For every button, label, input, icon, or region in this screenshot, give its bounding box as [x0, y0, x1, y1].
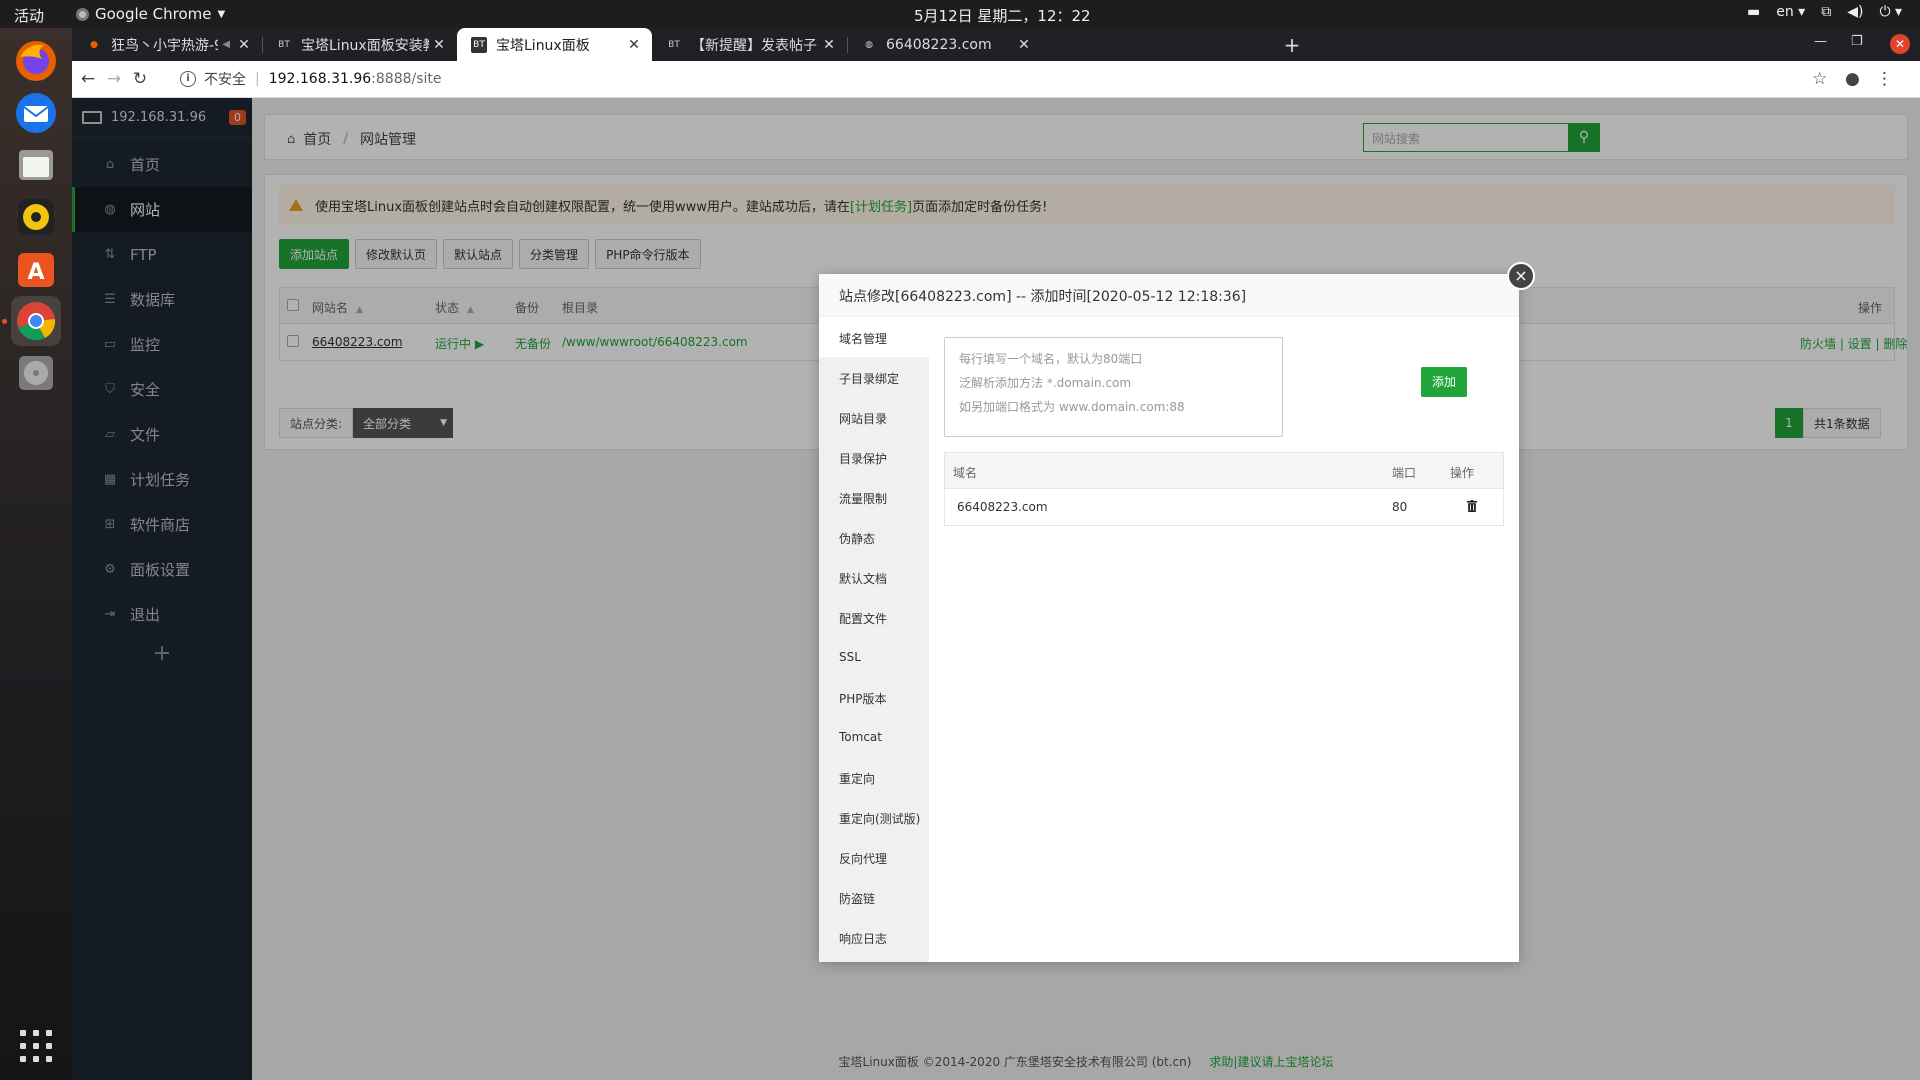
site-favicon-icon: ● [90, 39, 98, 50]
nav-hotlink-protect[interactable]: 防盗链 [819, 877, 929, 917]
bt-panel-page: 192.168.31.96 0 ⌂ 首页 ◍ 网站 ⇅ FTP ☰ 数据库 ▭ … [72, 98, 1920, 1080]
tab-bt-tutorial[interactable]: BT 宝塔Linux面板安装教程 - 2 ✕ [262, 28, 457, 61]
volume-icon[interactable]: ◀) [1847, 4, 1863, 20]
keyboard-icon[interactable]: ▬ [1747, 4, 1760, 20]
add-domain-button[interactable]: 添加 [1421, 367, 1467, 397]
thunderbird-icon[interactable] [11, 88, 61, 138]
trash-icon[interactable] [1467, 500, 1477, 512]
tab-new-post[interactable]: BT 【新提醒】发表帖子 - Linu ✕ [652, 28, 847, 61]
tab-strip: ● 狂鸟丶小宇热游-90098 ◀ ✕ BT 宝塔Linux面板安装教程 - 2… [72, 28, 1920, 61]
address-bar[interactable]: i 不安全 | 192.168.31.96 :8888/site [180, 65, 442, 93]
modal-close-button[interactable]: × [1507, 262, 1535, 290]
table-header: 域名 端口 操作 [945, 453, 1503, 489]
tab-close-icon[interactable]: ✕ [429, 37, 449, 53]
nav-domain-manage[interactable]: 域名管理 [819, 317, 929, 357]
browser-window: ● 狂鸟丶小宇热游-90098 ◀ ✕ BT 宝塔Linux面板安装教程 - 2… [72, 28, 1920, 1080]
app-menu[interactable]: Google Chrome ▼ [76, 5, 225, 23]
nav-site-dir[interactable]: 网站目录 [819, 397, 929, 437]
app-menu-label: Google Chrome [95, 5, 212, 23]
nav-subdir-bind[interactable]: 子目录绑定 [819, 357, 929, 397]
firefox-icon[interactable] [11, 36, 61, 86]
col-ops: 操作 [1450, 466, 1475, 480]
nav-traffic-limit[interactable]: 流量限制 [819, 477, 929, 517]
power-icon[interactable]: ⏻ ▾ [1879, 4, 1902, 20]
col-domain: 域名 [953, 466, 978, 480]
tab-close-icon[interactable]: ✕ [624, 37, 644, 53]
nav-rewrite[interactable]: 伪静态 [819, 517, 929, 557]
tab-close-icon[interactable]: ✕ [1014, 37, 1034, 53]
clock[interactable]: 5月12日 星期二，12：22 [914, 5, 1091, 26]
globe-favicon-icon: ◍ [865, 39, 873, 50]
reload-button[interactable]: ↻ [129, 68, 151, 90]
modal-nav: 域名管理 子目录绑定 网站目录 目录保护 流量限制 伪静态 默认文档 配置文件 … [819, 317, 929, 962]
port-value: 80 [1392, 500, 1408, 514]
domain-value: 66408223.com [957, 500, 1048, 514]
nav-dir-protect[interactable]: 目录保护 [819, 437, 929, 477]
caret-down-icon: ▼ [217, 8, 226, 20]
maximize-button[interactable]: ❐ [1851, 34, 1863, 49]
minimize-button[interactable]: — [1814, 34, 1827, 49]
nav-php-version[interactable]: PHP版本 [819, 677, 929, 717]
tab-bt-panel[interactable]: BT 宝塔Linux面板 ✕ [457, 28, 652, 61]
system-tray[interactable]: ▬ en ▾ ⧉ ◀) ⏻ ▾ [1747, 4, 1902, 20]
bookmark-star-icon[interactable]: ☆ [1812, 69, 1827, 89]
chrome-dock-icon[interactable] [11, 296, 61, 346]
url-host: 192.168.31.96 [268, 71, 372, 87]
tab-close-icon[interactable]: ✕ [819, 37, 839, 53]
back-button[interactable]: ← [77, 68, 99, 90]
software-center-icon[interactable]: A [11, 244, 61, 294]
network-icon[interactable]: ⧉ [1821, 4, 1831, 20]
new-tab-button[interactable]: + [1280, 33, 1304, 57]
domain-table: 域名 端口 操作 66408223.com 80 [944, 452, 1504, 526]
svg-text:A: A [27, 260, 44, 285]
bt-favicon-icon: BT [278, 39, 290, 50]
site-edit-modal: 站点修改[66408223.com] -- 添加时间[2020-05-12 12… [819, 262, 1535, 962]
nav-access-log[interactable]: 响应日志 [819, 917, 929, 957]
speaker-icon[interactable]: ◀ [222, 39, 230, 50]
tab-kuangniao[interactable]: ● 狂鸟丶小宇热游-90098 ◀ ✕ [72, 28, 262, 61]
info-icon[interactable]: i [180, 71, 196, 87]
menu-icon[interactable]: ⋮ [1876, 69, 1893, 89]
activities-button[interactable]: 活动 [14, 5, 44, 26]
security-label: 不安全 [204, 72, 246, 88]
window-close-button[interactable]: ✕ [1890, 34, 1910, 54]
browser-toolbar: ← → ↻ i 不安全 | 192.168.31.96 :8888/site ☆… [72, 61, 1920, 98]
nav-redirect-beta[interactable]: 重定向(测试版) [819, 797, 929, 837]
domain-textarea[interactable]: 每行填写一个域名，默认为80端口 泛解析添加方法 *.domain.com 如另… [944, 337, 1283, 437]
bt-favicon-icon: BT [471, 36, 487, 53]
nav-redirect[interactable]: 重定向 [819, 757, 929, 797]
nav-ssl[interactable]: SSL [819, 637, 929, 677]
nav-config-file[interactable]: 配置文件 [819, 597, 929, 637]
running-indicator [2, 319, 7, 324]
bt-favicon-icon: BT [668, 39, 680, 50]
rhythmbox-icon[interactable] [11, 192, 61, 242]
forward-button[interactable]: → [103, 68, 125, 90]
nav-default-doc[interactable]: 默认文档 [819, 557, 929, 597]
col-port: 端口 [1392, 466, 1417, 480]
nav-reverse-proxy[interactable]: 反向代理 [819, 837, 929, 877]
profile-icon[interactable]: ● [1845, 69, 1860, 89]
disc-icon[interactable] [11, 348, 61, 398]
language-indicator[interactable]: en ▾ [1776, 4, 1805, 20]
files-icon[interactable] [11, 140, 61, 190]
address-separator: | [255, 71, 260, 87]
chrome-icon [76, 7, 89, 21]
tab-domain[interactable]: ◍ 66408223.com ✕ [847, 28, 1042, 61]
table-row: 66408223.com 80 [945, 489, 1503, 525]
modal-body: 每行填写一个域名，默认为80端口 泛解析添加方法 *.domain.com 如另… [929, 317, 1519, 962]
dock: A [0, 28, 72, 1080]
system-top-bar: 活动 Google Chrome ▼ 5月12日 星期二，12：22 ▬ en … [0, 0, 1920, 28]
nav-tomcat[interactable]: Tomcat [819, 717, 929, 757]
modal-title: 站点修改[66408223.com] -- 添加时间[2020-05-12 12… [819, 274, 1519, 317]
url-path: :8888/site [371, 71, 442, 87]
tab-close-icon[interactable]: ✕ [234, 37, 254, 53]
show-applications-icon[interactable] [20, 1030, 52, 1062]
